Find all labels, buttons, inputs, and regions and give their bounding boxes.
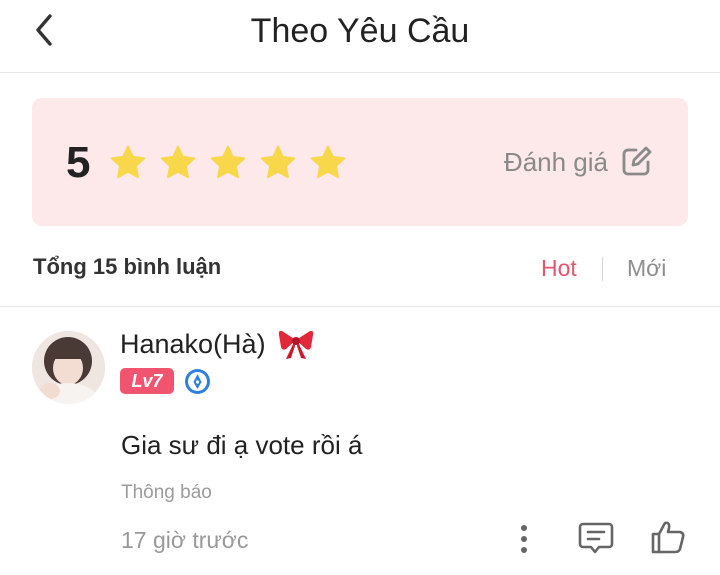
- avatar[interactable]: [32, 331, 105, 404]
- comment-username[interactable]: Hanako(Hà): [120, 327, 266, 361]
- sort-new-tab[interactable]: Mới: [627, 255, 666, 282]
- comment-time: 17 giờ trước: [121, 527, 249, 553]
- rate-button[interactable]: Đánh giá: [504, 142, 652, 182]
- comment-total: Tổng 15 bình luận: [33, 254, 222, 279]
- sort-divider: [602, 257, 603, 281]
- sort-hot-tab[interactable]: Hot: [541, 255, 577, 282]
- star-icon: [210, 145, 246, 179]
- rating-card: 5 Đánh giá: [32, 98, 688, 226]
- top-bar: Theo Yêu Cầu: [0, 0, 720, 73]
- notice-label: Thông báo: [121, 482, 212, 503]
- comment-item: Hanako(Hà) Lv7 Gia sư đi ạ vote rồi á Th…: [0, 307, 720, 575]
- star-icon: [110, 145, 146, 179]
- edit-icon: [622, 146, 652, 176]
- star-icon: [260, 145, 296, 179]
- star-icon: [310, 145, 346, 179]
- level-badge: Lv7: [120, 368, 174, 394]
- like-icon[interactable]: [650, 519, 686, 555]
- ribbon-bow-icon: [277, 327, 315, 361]
- more-icon[interactable]: [514, 523, 534, 555]
- comment-text: Gia sư đi ạ vote rồi á: [121, 430, 363, 460]
- page-title: Theo Yêu Cầu: [250, 12, 470, 50]
- writer-badge-icon: [184, 368, 211, 395]
- star-icon: [160, 145, 196, 179]
- rating-score: 5: [66, 138, 91, 187]
- rate-label: Đánh giá: [503, 146, 608, 177]
- reply-icon[interactable]: [578, 521, 614, 555]
- comments-summary: Tổng 15 bình luận Hot Mới: [0, 240, 720, 307]
